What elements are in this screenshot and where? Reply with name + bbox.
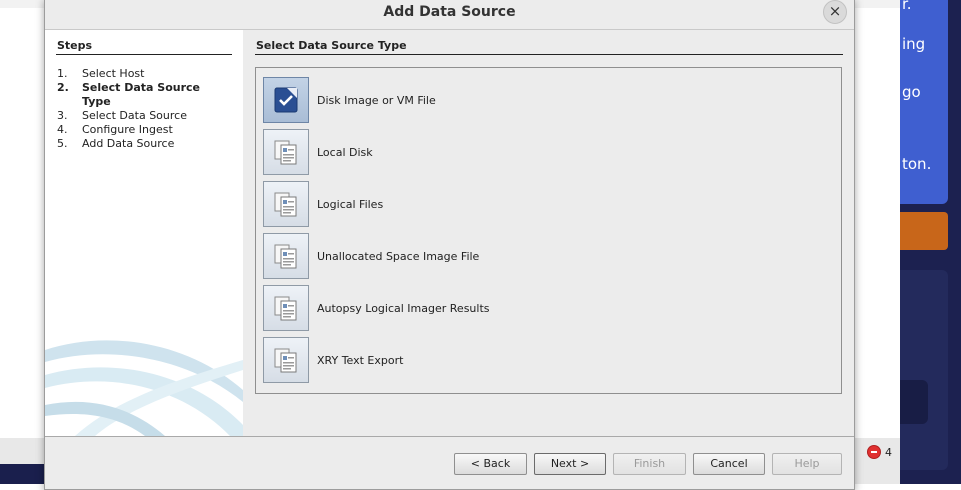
error-indicator[interactable]: 4: [868, 444, 892, 460]
type-option-disk-image[interactable]: Disk Image or VM File: [263, 76, 823, 124]
finish-button[interactable]: Finish: [613, 453, 686, 475]
type-toggle-button[interactable]: [263, 285, 309, 331]
type-option-label: Local Disk: [317, 145, 373, 159]
steps-heading: Steps: [57, 39, 93, 52]
type-toggle-button[interactable]: [263, 77, 309, 123]
step-label: Select Data Source: [82, 109, 187, 122]
step-item: 3. Select Data Source: [57, 109, 222, 123]
step-item: 5. Add Data Source: [57, 137, 222, 151]
type-option-label: Disk Image or VM File: [317, 93, 436, 107]
type-option-xry-export[interactable]: XRY Text Export: [263, 336, 823, 384]
dialog-title: Add Data Source: [383, 4, 516, 20]
step-label: Configure Ingest: [82, 123, 173, 136]
close-button[interactable]: ×: [823, 0, 847, 24]
step-item: 4. Configure Ingest: [57, 123, 222, 137]
type-option-local-disk[interactable]: Local Disk: [263, 128, 823, 176]
document-icon: [274, 244, 297, 269]
steps-pane: Steps 1. Select Host 2. Select Data Sour…: [45, 30, 243, 436]
type-toggle-button[interactable]: [263, 233, 309, 279]
content-divider: [255, 54, 843, 55]
step-label: Select Data Source Type: [82, 81, 201, 108]
cancel-button[interactable]: Cancel: [693, 453, 765, 475]
dialog-body: Steps 1. Select Host 2. Select Data Sour…: [45, 30, 854, 437]
disk-image-icon: [274, 87, 298, 113]
swoosh-decoration: [45, 340, 243, 436]
step-number: 4.: [57, 123, 68, 136]
step-item-active: 2. Select Data Source Type: [57, 81, 222, 109]
type-option-label: Unallocated Space Image File: [317, 249, 480, 263]
background-right-app: r. ing go ton.: [900, 0, 961, 484]
right-app-text-fragment: go: [902, 83, 921, 101]
document-icon: [274, 192, 297, 217]
right-app-card: [900, 270, 948, 470]
right-app-card-inner: [900, 380, 928, 424]
type-option-label: XRY Text Export: [317, 353, 404, 367]
content-heading: Select Data Source Type: [256, 39, 407, 52]
step-number: 2.: [57, 81, 69, 94]
type-option-logical-files[interactable]: Logical Files: [263, 180, 823, 228]
step-item: 1. Select Host: [57, 67, 222, 81]
dialog-titlebar[interactable]: Add Data Source ×: [45, 0, 854, 30]
right-app-blue-panel: [900, 0, 948, 204]
next-button[interactable]: Next >: [534, 453, 606, 475]
type-option-label: Autopsy Logical Imager Results: [317, 301, 490, 315]
type-toggle-button[interactable]: [263, 181, 309, 227]
right-app-text-fragment: ing: [902, 35, 926, 53]
right-app-orange-button[interactable]: [900, 212, 948, 250]
type-option-label: Logical Files: [317, 197, 384, 211]
type-option-unallocated-space[interactable]: Unallocated Space Image File: [263, 232, 823, 280]
type-toggle-button[interactable]: [263, 337, 309, 383]
add-data-source-dialog: Add Data Source × Steps 1. Select Host 2…: [44, 0, 855, 490]
step-number: 3.: [57, 109, 68, 122]
right-app-text-fragment: r.: [902, 0, 912, 13]
step-number: 5.: [57, 137, 68, 150]
document-icon: [274, 348, 297, 373]
right-app-text-fragment: ton.: [902, 155, 932, 173]
data-source-type-list: Disk Image or VM File Local Disk Logical…: [255, 67, 842, 394]
type-toggle-button[interactable]: [263, 129, 309, 175]
step-number: 1.: [57, 67, 68, 80]
background-dark-corner: [0, 464, 50, 484]
steps-divider: [56, 54, 232, 55]
step-label: Select Host: [82, 67, 145, 80]
document-icon: [274, 140, 297, 165]
back-button[interactable]: < Back: [454, 453, 527, 475]
close-icon: ×: [828, 2, 842, 20]
error-count: 4: [885, 445, 892, 459]
step-label: Add Data Source: [82, 137, 175, 150]
type-option-logical-imager[interactable]: Autopsy Logical Imager Results: [263, 284, 823, 332]
document-icon: [274, 296, 297, 321]
error-icon: [868, 446, 880, 458]
help-button[interactable]: Help: [772, 453, 842, 475]
steps-list: 1. Select Host 2. Select Data Source Typ…: [57, 67, 222, 151]
